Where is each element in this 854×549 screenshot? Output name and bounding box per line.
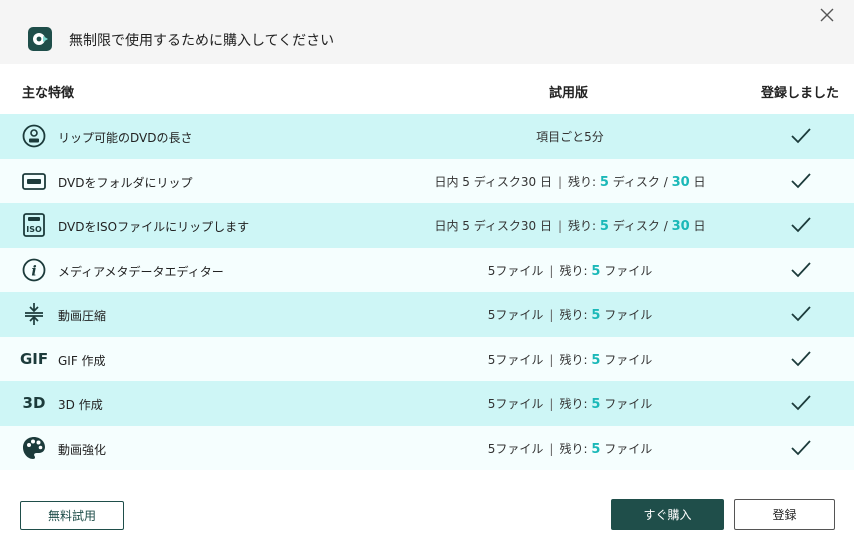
feature-label: メディアメタデータエディター	[58, 264, 224, 279]
check-icon	[790, 438, 812, 458]
check-icon	[790, 393, 812, 413]
remain-days: 30	[671, 174, 690, 190]
feature-label: GIF 作成	[58, 353, 106, 368]
header-feature: 主な特徴	[22, 86, 75, 101]
title-bar: 無制限で使用するために購入してください	[0, 0, 854, 64]
header-trial: 試用版	[549, 86, 589, 101]
check-icon	[790, 260, 812, 280]
dvd-disc-icon	[20, 123, 48, 149]
register-button[interactable]: 登録	[734, 499, 835, 530]
trial-limit: 5ファイル | 残り: 5 ファイル	[487, 441, 653, 457]
trial-prefix: 5ファイル	[487, 441, 544, 456]
remain-unit: ファイル	[604, 352, 653, 367]
3d-icon: 3D	[22, 394, 46, 412]
trial-prefix: 5ファイル	[487, 352, 544, 367]
table-row: i メディアメタデータエディター 5ファイル | 残り: 5 ファイル	[0, 247, 854, 292]
trial-text: 項目ごと5分	[536, 130, 604, 144]
check-icon	[790, 304, 812, 324]
remain-days-unit: 日	[693, 174, 706, 189]
check-icon	[790, 126, 812, 146]
svg-text:i: i	[31, 263, 36, 279]
trial-limit: 5ファイル | 残り: 5 ファイル	[487, 308, 653, 323]
remain-count: 5	[591, 263, 601, 279]
feature-table: リップ可能のDVDの長さ 項目ごと5分 DVDをフォルダにリップ 日内 5 ディスク3…	[0, 114, 854, 470]
header-registered: 登録しました	[761, 86, 840, 101]
remain-label: 残り:	[559, 263, 588, 278]
close-icon	[820, 8, 834, 22]
table-row: 動画強化 5ファイル | 残り: 5 ファイル	[0, 425, 854, 470]
remain-unit: ファイル	[604, 263, 653, 278]
trial-prefix: 5ファイル	[487, 397, 544, 411]
remain-days: 30	[671, 219, 690, 234]
feature-label: DVDをISOファイルにリップします	[58, 220, 250, 234]
footer: 無料試用 すぐ購入 登録	[0, 470, 854, 549]
remain-label: 残り:	[559, 441, 588, 456]
feature-label: 動画圧縮	[58, 309, 107, 323]
trial-prefix: 日内 5 ディスク30 日	[434, 174, 552, 189]
trial-prefix: 5ファイル	[487, 263, 544, 278]
remain-label: 残り:	[559, 352, 588, 367]
app-logo-icon	[28, 27, 52, 51]
remain-unit: ファイル	[604, 397, 653, 411]
remain-label: 残り:	[559, 397, 588, 411]
check-icon	[790, 349, 812, 369]
buy-now-button[interactable]: すぐ購入	[611, 499, 724, 530]
feature-label: 3D 作成	[58, 398, 103, 412]
remain-count: 5	[599, 174, 609, 190]
dvd-folder-icon	[20, 168, 48, 194]
remain-days-unit: 日	[693, 219, 706, 233]
column-header: 主な特徴 試用版 登録しました	[0, 64, 854, 114]
dvd-iso-icon: ISO	[20, 212, 48, 238]
table-row: 動画圧縮 5ファイル | 残り: 5 ファイル	[0, 292, 854, 337]
trial-limit: 5ファイル | 残り: 5 ファイル	[487, 352, 653, 368]
trial-limit: 日内 5 ディスク30 日 | 残り: 5 ディスク / 30 日	[434, 174, 706, 190]
remain-count: 5	[599, 219, 609, 234]
window-title: 無制限で使用するために購入してください	[69, 33, 335, 49]
table-row: 3D 3D 作成 5ファイル | 残り: 5 ファイル	[0, 381, 854, 426]
check-icon	[790, 215, 812, 235]
info-icon: i	[20, 257, 48, 283]
svg-text:ISO: ISO	[26, 225, 42, 234]
gif-icon: GIF	[19, 349, 49, 368]
trial-prefix: 5ファイル	[487, 308, 544, 322]
remain-unit: ファイル	[604, 441, 653, 456]
remain-label: 残り:	[568, 219, 597, 233]
trial-prefix: 日内 5 ディスク30 日	[434, 219, 552, 233]
feature-label: 動画強化	[58, 442, 107, 457]
remain-unit: ファイル	[604, 308, 653, 322]
remain-unit: ディスク /	[612, 219, 668, 233]
compress-icon	[20, 301, 48, 327]
feature-label: リップ可能のDVDの長さ	[58, 131, 193, 145]
palette-icon	[20, 435, 48, 461]
free-trial-button[interactable]: 無料試用	[20, 501, 124, 530]
trial-limit: 項目ごと5分	[370, 128, 770, 145]
check-icon	[790, 171, 812, 191]
close-button[interactable]	[816, 4, 838, 26]
remain-unit: ディスク /	[612, 174, 668, 189]
remain-count: 5	[591, 397, 601, 412]
remain-label: 残り:	[559, 308, 588, 322]
remain-count: 5	[591, 441, 601, 457]
remain-count: 5	[591, 308, 601, 323]
feature-label: DVDをフォルダにリップ	[58, 175, 193, 190]
remain-label: 残り:	[568, 174, 597, 189]
table-row: ISO DVDをISOファイルにリップします 日内 5 ディスク30 日 | 残り: 5…	[0, 203, 854, 248]
trial-limit: 5ファイル | 残り: 5 ファイル	[487, 397, 653, 412]
trial-limit: 5ファイル | 残り: 5 ファイル	[487, 263, 653, 279]
table-row: DVDをフォルダにリップ 日内 5 ディスク30 日 | 残り: 5 ディスク / 3…	[0, 158, 854, 203]
table-row: GIF GIF 作成 5ファイル | 残り: 5 ファイル	[0, 336, 854, 381]
table-row: リップ可能のDVDの長さ 項目ごと5分	[0, 114, 854, 159]
trial-limit: 日内 5 ディスク30 日 | 残り: 5 ディスク / 30 日	[434, 219, 706, 234]
remain-count: 5	[591, 352, 601, 368]
